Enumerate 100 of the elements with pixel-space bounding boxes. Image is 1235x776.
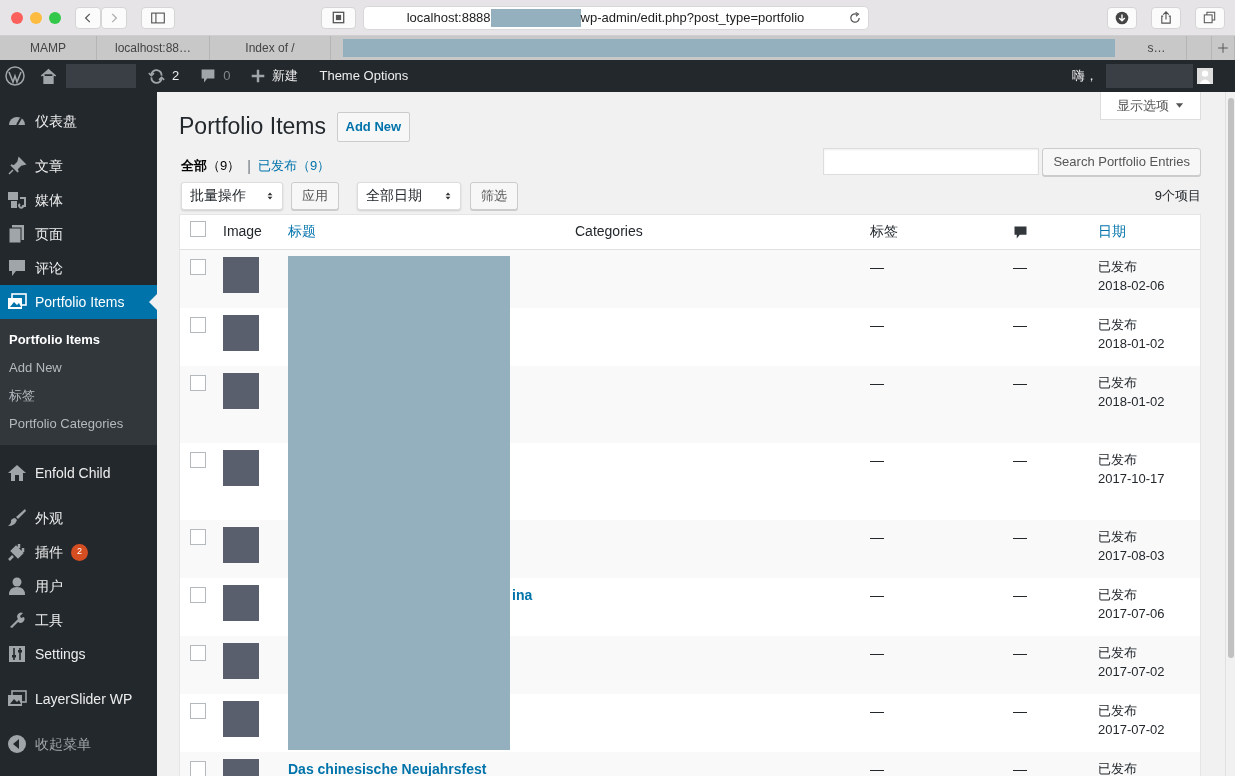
forward-button[interactable] xyxy=(100,6,127,29)
window-control-button[interactable] xyxy=(10,11,23,24)
house-icon xyxy=(7,463,27,483)
photo-placeholder xyxy=(223,584,259,621)
submenu-item[interactable]: 标签 xyxy=(0,382,157,410)
apply-button[interactable]: 应用 xyxy=(291,181,339,210)
row-checkbox[interactable] xyxy=(190,451,206,468)
sidebar-menu-item[interactable]: 用户 xyxy=(0,569,157,603)
publish-status: 已发布 xyxy=(1098,759,1138,776)
table-cell: — xyxy=(870,316,884,333)
window-control-button[interactable] xyxy=(48,11,61,24)
search-field[interactable] xyxy=(822,148,1039,175)
sidebar-toggle-button[interactable] xyxy=(140,6,175,29)
select-dropdown[interactable]: 全部日期 xyxy=(357,181,461,210)
square-icon xyxy=(331,11,345,24)
row-checkbox[interactable] xyxy=(190,374,206,391)
reload-icon[interactable] xyxy=(847,10,862,25)
update-count: 2 xyxy=(172,67,180,86)
row-checkbox[interactable] xyxy=(190,702,206,719)
row-checkbox[interactable] xyxy=(190,528,206,545)
row-checkbox[interactable] xyxy=(190,760,206,776)
column-header: Image xyxy=(223,223,262,239)
avatar[interactable] xyxy=(1197,68,1213,84)
sidebar-menu-item[interactable]: Settings xyxy=(0,637,157,671)
theme-options-link[interactable]: Theme Options xyxy=(319,66,409,86)
sliders-icon xyxy=(7,644,27,664)
search-button[interactable]: Search Portfolio Entries xyxy=(1042,148,1201,176)
post-title-link[interactable]: Das chinesische Neujahrsfest xyxy=(288,760,487,776)
select-all-checkbox[interactable] xyxy=(190,220,206,237)
sidebar-menu-item[interactable]: 外观 xyxy=(0,501,157,535)
scrollbar[interactable] xyxy=(1225,92,1235,776)
submenu-item[interactable]: Portfolio Categories xyxy=(0,410,157,438)
column-header[interactable]: 标题 xyxy=(288,223,316,239)
new-content-link[interactable]: 新建 xyxy=(251,66,299,86)
photo-placeholder xyxy=(223,700,259,737)
publish-status: 已发布 xyxy=(1098,257,1138,276)
sidebar-menu-item[interactable]: Enfold Child xyxy=(0,456,157,490)
filter-button[interactable]: 筛选 xyxy=(470,181,518,210)
table-cell: — xyxy=(870,644,884,661)
tabs-icon xyxy=(1203,11,1216,24)
status-filter-link[interactable]: 全部（9） xyxy=(181,156,241,176)
tabs-button[interactable] xyxy=(1194,6,1225,29)
table-cell: — xyxy=(870,528,884,545)
paintbrush-icon xyxy=(7,508,27,528)
column-header[interactable]: 日期 xyxy=(1098,223,1126,239)
window-control-button[interactable] xyxy=(29,11,42,24)
publish-date: 2017-07-02 xyxy=(1098,720,1166,739)
table-cell: — xyxy=(1013,702,1027,719)
add-new-button[interactable]: Add New xyxy=(336,112,411,142)
status-filter-link[interactable]: 已发布（9） xyxy=(257,156,331,176)
updates-link[interactable]: 2 xyxy=(148,66,180,86)
address-text: localhost:8888 xyxy=(406,8,491,27)
publish-date: 2018-01-02 xyxy=(1098,334,1166,353)
plug-icon xyxy=(7,542,27,562)
sidebar-menu-item[interactable]: 文章 xyxy=(0,149,157,183)
sidebar-menu-item[interactable]: 仪表盘 xyxy=(0,104,157,138)
row-checkbox[interactable] xyxy=(190,258,206,275)
reader-button[interactable] xyxy=(320,6,356,29)
select-dropdown[interactable]: 批量操作 xyxy=(181,181,283,210)
caret-down-icon xyxy=(1175,101,1184,110)
sidebar-menu-item[interactable]: 页面 xyxy=(0,217,157,251)
row-checkbox[interactable] xyxy=(190,586,206,603)
table-cell: — xyxy=(1013,451,1027,468)
download-button[interactable] xyxy=(1106,6,1137,29)
back-button[interactable] xyxy=(74,6,101,29)
sidebar-menu-item[interactable]: 收起菜单 xyxy=(0,727,157,761)
photo-placeholder xyxy=(223,526,259,563)
sidebar-menu-item[interactable]: 媒体 xyxy=(0,183,157,217)
table-cell: — xyxy=(870,258,884,275)
row-checkbox[interactable] xyxy=(190,316,206,333)
submenu-item[interactable]: Add New xyxy=(0,354,157,382)
images-icon xyxy=(7,292,27,312)
publish-date: 2018-01-02 xyxy=(1098,392,1166,411)
publish-status: 已发布 xyxy=(1098,585,1138,604)
sidebar-menu-item[interactable]: 评论 xyxy=(0,251,157,285)
sidebar-menu-item[interactable]: Portfolio Items xyxy=(0,285,157,319)
table-cell: — xyxy=(1013,586,1027,603)
pin-icon xyxy=(7,156,27,176)
publish-status: 已发布 xyxy=(1098,701,1138,720)
publish-date: 2017-10-17 xyxy=(1098,469,1166,488)
screen-options-tab[interactable]: 显示选项 xyxy=(1100,92,1201,120)
submenu-item[interactable]: Portfolio Items xyxy=(0,326,157,354)
home-icon[interactable] xyxy=(39,67,58,85)
comments-link[interactable]: 0 xyxy=(200,66,231,86)
post-title-link[interactable]: ina xyxy=(512,586,533,603)
share-button[interactable] xyxy=(1150,6,1181,29)
publish-date: 2017-07-06 xyxy=(1098,604,1166,623)
sidebar-menu-item[interactable]: 插件 2 xyxy=(0,535,157,569)
media-icon xyxy=(7,190,27,210)
plus-icon xyxy=(1217,42,1229,54)
wordpress-logo-icon[interactable] xyxy=(5,66,25,86)
address-field[interactable]: localhost:8888 wp-admin/edit.php?post_type=portfolio xyxy=(362,5,869,30)
page-title: Portfolio Items xyxy=(179,112,326,141)
sidebar-menu-item[interactable]: LayerSlider WP xyxy=(0,682,157,716)
table-cell: — xyxy=(870,586,884,603)
row-checkbox[interactable] xyxy=(190,644,206,661)
share-icon xyxy=(1158,10,1173,25)
sidebar-menu-item[interactable]: 工具 xyxy=(0,603,157,637)
table-cell: — xyxy=(1013,316,1027,333)
table-cell: — xyxy=(870,702,884,719)
